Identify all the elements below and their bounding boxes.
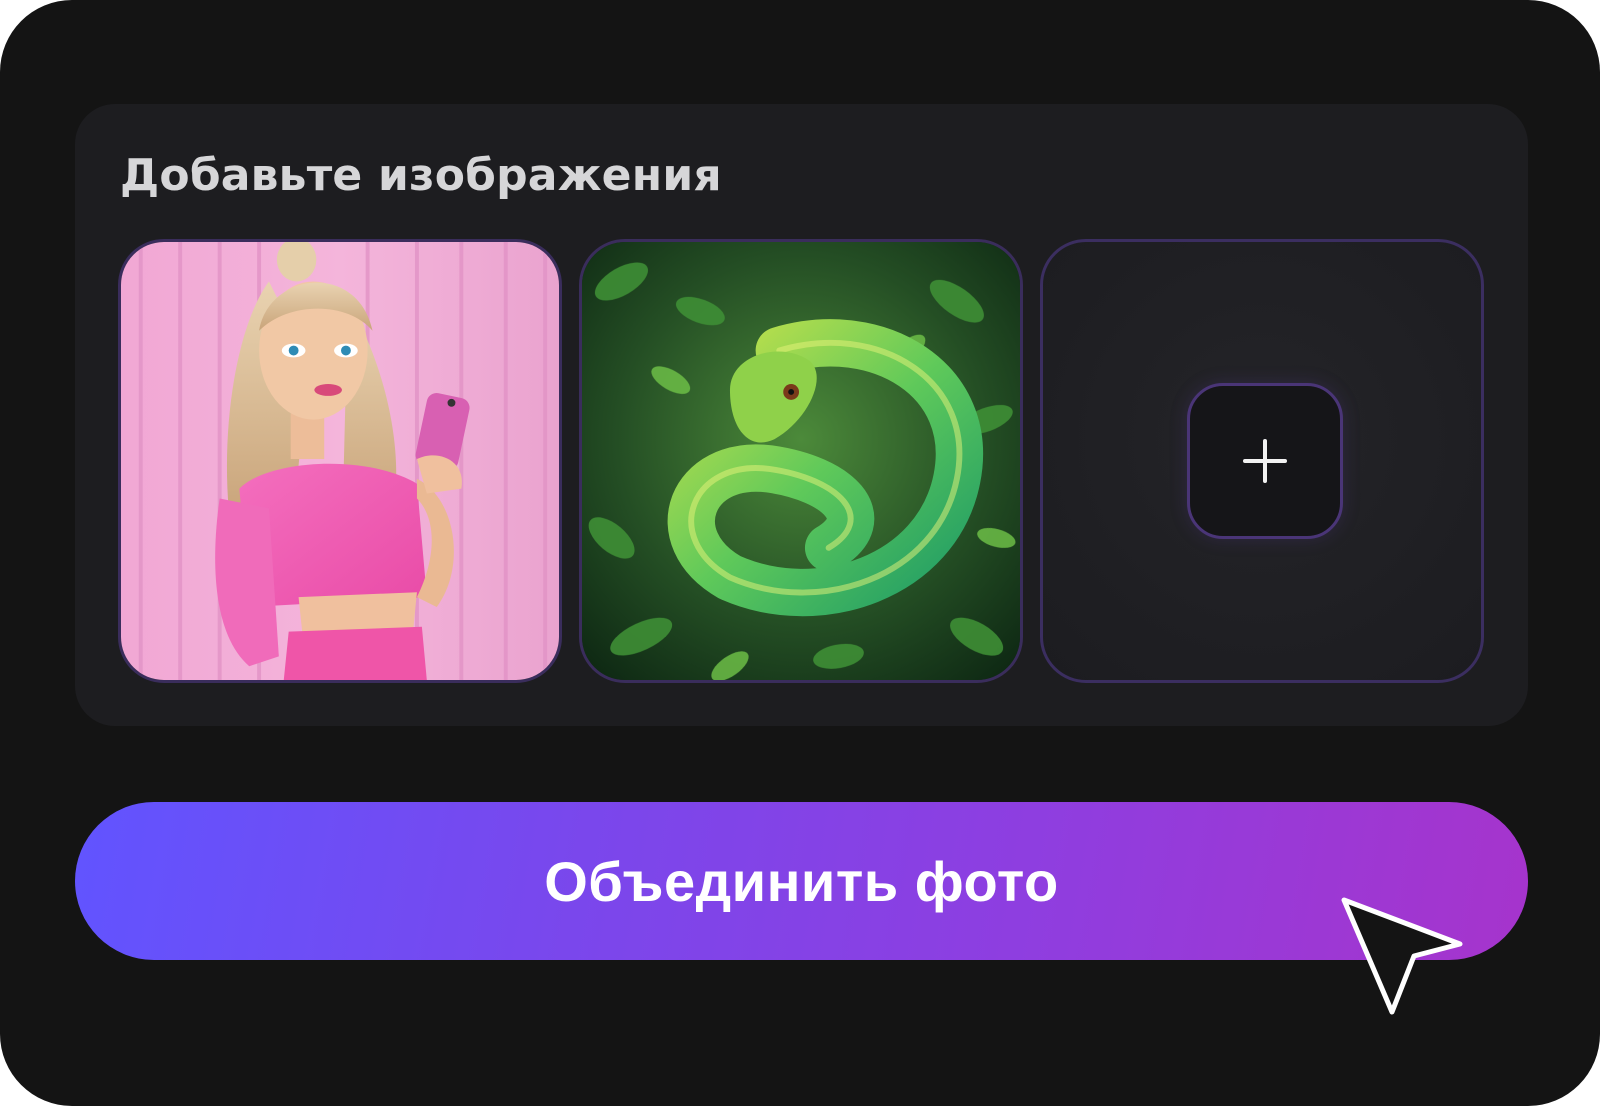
merge-photos-label: Объединить фото (544, 849, 1059, 913)
plus-icon-vertical (1263, 439, 1267, 483)
add-image-button[interactable] (1187, 383, 1343, 539)
woman-photo (121, 242, 559, 680)
arrow-cursor-icon (1341, 897, 1463, 1015)
image-slot-woman[interactable] (118, 239, 562, 683)
app-window: Добавьте изображения Объединить фото (0, 0, 1600, 1106)
add-image-slot[interactable] (1040, 239, 1484, 683)
image-slot-snake[interactable] (579, 239, 1023, 683)
panel-title: Добавьте изображения (120, 150, 722, 201)
snake-photo (582, 242, 1020, 680)
image-upload-panel: Добавьте изображения (75, 104, 1528, 726)
merge-photos-button[interactable]: Объединить фото (75, 802, 1528, 960)
